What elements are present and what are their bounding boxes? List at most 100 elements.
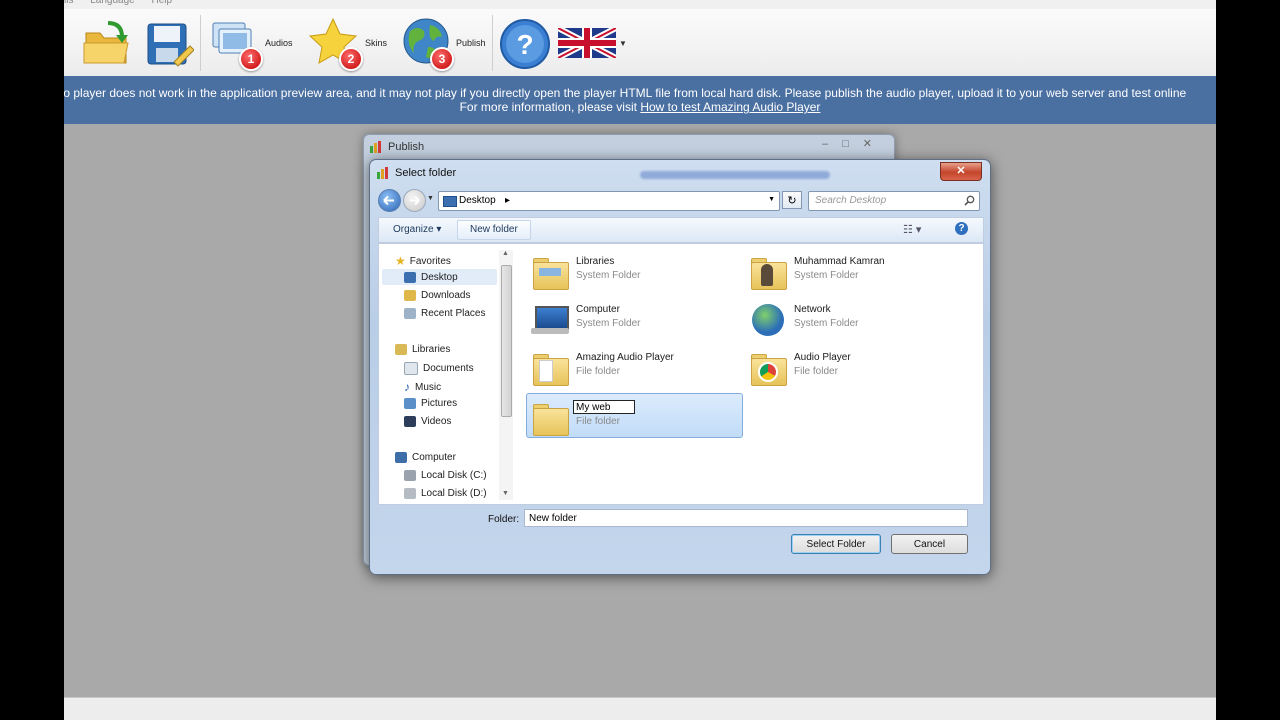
drive-icon (404, 488, 416, 499)
nav-favorites[interactable]: ★ Favorites (395, 254, 451, 268)
list-item-selected[interactable]: My web File folder (526, 393, 743, 438)
publish-button[interactable]: 3 Publish (400, 17, 486, 71)
app-icon (377, 167, 388, 179)
help-icon[interactable]: ? (955, 222, 968, 235)
list-item[interactable]: Computer System Folder (527, 296, 742, 342)
view-options-icon[interactable]: ☷ ▾ (903, 223, 921, 236)
item-name: Muhammad Kamran (794, 256, 885, 267)
banner-line-2-prefix: For more information, please visit (459, 100, 641, 114)
rename-field[interactable]: My web (573, 400, 635, 414)
item-type: System Folder (794, 318, 859, 329)
forward-button[interactable] (403, 189, 426, 212)
info-banner: dio player does not work in the applicat… (64, 76, 1216, 124)
help-button[interactable]: ? (499, 18, 551, 70)
command-bar: Organize ▾ New folder ☷ ▾ ? (378, 217, 984, 243)
back-button[interactable] (378, 189, 401, 212)
publish-window-title: Publish (388, 141, 425, 153)
search-field[interactable]: Search Desktop (808, 191, 980, 211)
drive-icon (404, 470, 416, 481)
badge-step-2: 2 (339, 47, 363, 71)
audios-button[interactable]: 1 Audios (209, 17, 293, 71)
skins-label: Skins (365, 38, 388, 48)
back-arrow-icon (383, 195, 394, 206)
desktop-icon (443, 196, 457, 207)
list-item[interactable]: Libraries System Folder (527, 248, 742, 294)
nav-local-disk-d[interactable]: Local Disk (D:) (404, 488, 487, 499)
nav-libraries-label: Libraries (412, 344, 451, 355)
refresh-button[interactable]: ↻ (782, 191, 802, 209)
nav-desktop[interactable]: Desktop (382, 269, 497, 285)
select-folder-button[interactable]: Select Folder (791, 534, 881, 554)
open-project-button[interactable] (82, 17, 132, 69)
music-note-icon: ♪ (404, 380, 410, 394)
folder-icon (531, 350, 569, 386)
list-item[interactable]: Amazing Audio Player File folder (527, 344, 742, 390)
item-name: Audio Player (794, 352, 851, 363)
folder-field-label: Folder: (488, 514, 520, 525)
chevron-down-icon[interactable]: ▼ (619, 39, 627, 48)
nav-computer[interactable]: Computer (395, 452, 456, 463)
scroll-down-icon[interactable]: ▼ (502, 490, 509, 497)
item-name: Network (794, 304, 831, 315)
publish-window-controls[interactable]: –□✕ (822, 137, 886, 150)
badge-step-3: 3 (430, 47, 454, 71)
nav-local-disk-c[interactable]: Local Disk (C:) (404, 470, 487, 481)
folder-field[interactable]: New folder (524, 509, 968, 527)
recent-pages-chevron-icon[interactable]: ▼ (427, 195, 434, 202)
svg-text:?: ? (516, 29, 533, 60)
organize-menu[interactable]: Organize ▾ (393, 224, 441, 235)
folder-icon (531, 400, 569, 436)
language-selector[interactable]: ▼ (558, 28, 627, 58)
documents-icon (404, 362, 418, 375)
address-location[interactable]: Desktop (459, 195, 496, 206)
item-name: Libraries (576, 256, 615, 267)
breadcrumb-arrow-icon[interactable]: ▸ (505, 195, 510, 206)
pictures-icon (404, 398, 416, 409)
skins-button[interactable]: 2 Skins (308, 17, 388, 71)
nav-libraries[interactable]: Libraries (395, 344, 450, 355)
list-item[interactable]: Audio Player File folder (745, 344, 960, 390)
desktop-icon (404, 271, 416, 283)
nav-documents-label: Documents (423, 363, 474, 374)
how-to-test-link[interactable]: How to test Amazing Audio Player (640, 100, 820, 114)
item-type: File folder (576, 366, 620, 377)
nav-documents[interactable]: Documents (404, 362, 474, 375)
folder-icon (749, 350, 787, 386)
close-button[interactable]: ✕ (940, 162, 982, 181)
scroll-up-icon[interactable]: ▲ (502, 250, 509, 257)
new-folder-button[interactable]: New folder (457, 220, 531, 240)
help-question-icon: ? (500, 19, 550, 69)
nav-videos[interactable]: Videos (404, 416, 451, 427)
computer-icon (395, 452, 407, 463)
nav-downloads[interactable]: Downloads (404, 290, 470, 301)
blurred-title-overlay (640, 171, 830, 179)
nav-scrollbar[interactable]: ▲ ▼ (499, 250, 513, 500)
main-toolbar: 1 Audios 2 Skins 3 Publish ? ▼ (64, 9, 1216, 77)
item-name: Computer (576, 304, 620, 315)
downloads-folder-icon (404, 290, 416, 301)
nav-music[interactable]: ♪ Music (404, 380, 441, 394)
item-type: System Folder (794, 270, 859, 281)
cancel-button[interactable]: Cancel (891, 534, 968, 554)
forward-arrow-icon (410, 195, 420, 206)
videos-icon (404, 416, 416, 427)
list-item[interactable]: Muhammad Kamran System Folder (745, 248, 960, 294)
save-project-button[interactable] (144, 18, 194, 68)
scrollbar-thumb[interactable] (501, 265, 512, 417)
menu-item-language[interactable]: Language (90, 0, 135, 6)
item-type: System Folder (576, 318, 641, 329)
navigation-pane: ★ Favorites Desktop Downloads Recent Plac… (379, 244, 513, 504)
address-bar[interactable]: Desktop ▸ ▼ (438, 191, 780, 211)
banner-line-2: For more information, please visit How t… (64, 100, 1216, 114)
menu-item-help[interactable]: Help (152, 0, 173, 6)
nav-favorites-label: Favorites (409, 255, 451, 267)
nav-recent-places[interactable]: Recent Places (404, 308, 485, 319)
list-item[interactable]: Network System Folder (745, 296, 960, 342)
menu-bar: ils Language Help (64, 0, 1216, 9)
nav-downloads-label: Downloads (421, 290, 471, 301)
banner-line-1: dio player does not work in the applicat… (64, 86, 1187, 100)
search-icon (964, 195, 975, 206)
menu-item-tools[interactable]: ils (64, 0, 73, 6)
nav-pictures[interactable]: Pictures (404, 398, 457, 409)
address-dropdown-icon[interactable]: ▼ (768, 196, 775, 203)
